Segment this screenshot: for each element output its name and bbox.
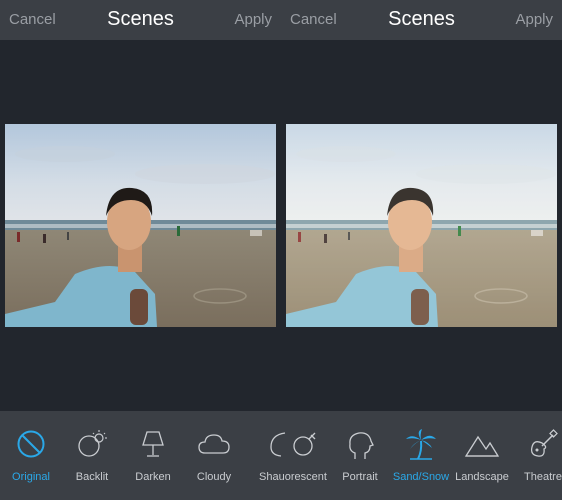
- portrait-icon: [349, 432, 374, 459]
- beach-selfie-photo: [286, 124, 557, 327]
- right-header-bar: Cancel Scenes Apply: [281, 0, 562, 40]
- palm-tree-icon: [406, 429, 436, 460]
- scene-theatre[interactable]: Theatre: [508, 411, 562, 500]
- filtered-photo: [286, 124, 557, 327]
- apply-button[interactable]: Apply: [234, 11, 272, 28]
- scene-cloudy[interactable]: Cloudy: [179, 411, 249, 500]
- scene-fluorescent[interactable]: Shauorescent: [258, 411, 328, 500]
- apply-button[interactable]: Apply: [515, 11, 553, 28]
- scene-darken[interactable]: Darken: [118, 411, 188, 500]
- no-filter-icon: [17, 430, 45, 458]
- left-header-bar: Cancel Scenes Apply: [0, 0, 281, 40]
- beach-selfie-photo: [5, 124, 276, 327]
- backlit-icon: [78, 430, 107, 457]
- scene-toolbar: Original Backlit Darken Cloudy Shauoresc…: [0, 411, 562, 500]
- scene-portrait[interactable]: Portrait: [325, 411, 395, 500]
- cloud-icon: [198, 434, 230, 454]
- lamp-icon: [142, 431, 164, 457]
- scene-backlit[interactable]: Backlit: [57, 411, 127, 500]
- guitar-icon: [530, 429, 558, 457]
- scene-landscape[interactable]: Landscape: [447, 411, 517, 500]
- scene-label: Cloudy: [196, 471, 232, 483]
- fluorescent-icon: [270, 432, 316, 457]
- mountain-icon: [464, 435, 500, 457]
- scene-label: Theatre: [524, 471, 562, 483]
- scene-sand-snow[interactable]: Sand/Snow: [386, 411, 456, 500]
- original-photo: [5, 124, 276, 327]
